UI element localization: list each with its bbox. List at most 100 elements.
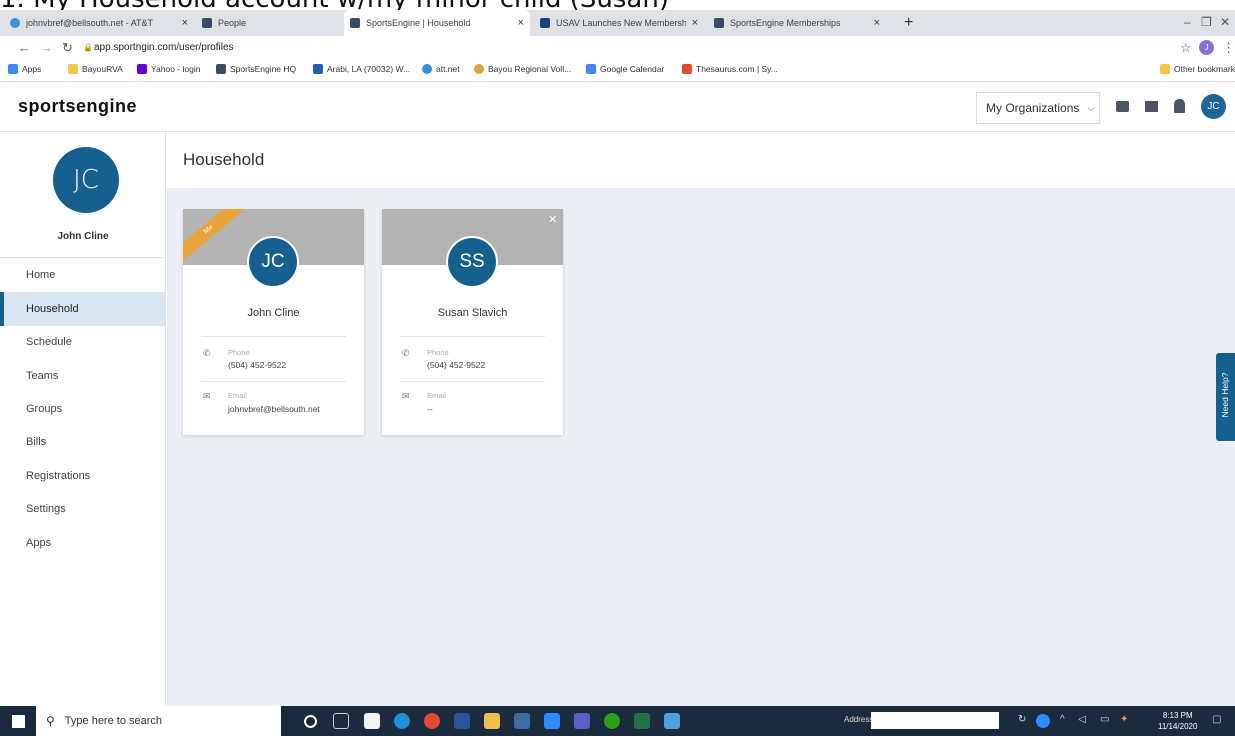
profile-avatar[interactable]: J bbox=[1199, 40, 1214, 55]
bell-icon[interactable] bbox=[1174, 99, 1185, 113]
bookmark-sportsengine-hq[interactable]: SportsEngine HQ bbox=[216, 64, 296, 74]
windows-taskbar: ⚲ Type here to search Address ↻ ^ ◁ ▭ ✦ … bbox=[0, 706, 1235, 736]
sidebar-item-groups[interactable]: Groups bbox=[0, 392, 166, 426]
sidebar-item-teams[interactable]: Teams bbox=[0, 359, 166, 393]
lock-icon: 🔒 bbox=[83, 43, 93, 52]
sportsengine-favicon-icon bbox=[202, 18, 212, 28]
weather-icon bbox=[313, 64, 323, 74]
phone-label: Phone bbox=[427, 348, 449, 357]
card-divider bbox=[400, 381, 545, 382]
task-view-icon[interactable] bbox=[333, 713, 349, 729]
edge-icon[interactable] bbox=[394, 713, 410, 729]
word-icon[interactable] bbox=[454, 713, 470, 729]
profile-name: John Cline bbox=[57, 231, 109, 242]
refresh-icon[interactable]: ↻ bbox=[1018, 714, 1026, 725]
photos-icon[interactable] bbox=[664, 713, 680, 729]
security-tray-icon[interactable]: ✦ bbox=[1120, 714, 1128, 725]
close-tab-icon[interactable]: × bbox=[874, 17, 880, 29]
bookmark-apps[interactable]: Apps bbox=[8, 64, 41, 74]
minimize-window-icon[interactable]: – bbox=[1184, 15, 1191, 29]
chat-icon[interactable] bbox=[1116, 101, 1129, 112]
email-label: Email bbox=[427, 391, 446, 400]
close-window-icon[interactable]: ✕ bbox=[1220, 15, 1230, 29]
household-member-card[interactable]: Me JC John Cline ✆ Phone (504) 452-9522 … bbox=[183, 209, 364, 435]
search-icon: ⚲ bbox=[46, 714, 55, 728]
windows-start-icon[interactable] bbox=[12, 715, 25, 728]
browser-tab-memberships[interactable]: SportsEngine Memberships × bbox=[708, 10, 886, 36]
reload-icon[interactable]: ↻ bbox=[62, 40, 73, 56]
bookmark-bayourva[interactable]: BayouRVA bbox=[68, 64, 123, 74]
excel-icon[interactable] bbox=[634, 713, 650, 729]
cortana-icon[interactable] bbox=[304, 715, 317, 728]
forward-arrow-icon[interactable]: → bbox=[40, 40, 53, 55]
sportsengine-favicon-icon bbox=[714, 18, 724, 28]
phone-icon: ✆ bbox=[203, 348, 211, 358]
calculator-icon[interactable] bbox=[514, 713, 530, 729]
browser-tab-att[interactable]: johnvbref@bellsouth.net - AT&T × bbox=[4, 10, 194, 36]
restore-window-icon[interactable]: ❐ bbox=[1201, 15, 1212, 29]
notifications-icon[interactable]: ▢ bbox=[1212, 714, 1221, 725]
close-tab-icon[interactable]: × bbox=[692, 17, 698, 29]
back-arrow-icon[interactable]: ← bbox=[18, 40, 31, 55]
browser-tab-strip: johnvbref@bellsouth.net - AT&T × People … bbox=[0, 10, 1235, 36]
volleyball-icon bbox=[474, 64, 484, 74]
file-explorer-icon[interactable] bbox=[484, 713, 500, 729]
phone-value: (504) 452-9522 bbox=[427, 360, 486, 370]
quickbooks-icon[interactable] bbox=[604, 713, 620, 729]
sidebar-item-household[interactable]: Household bbox=[0, 292, 166, 326]
bookmark-bayou-regional[interactable]: Bayou Regional Voll... bbox=[474, 64, 571, 74]
close-tab-icon[interactable]: × bbox=[518, 17, 524, 29]
bookmark-att[interactable]: att.net bbox=[422, 64, 460, 74]
att-favicon-icon bbox=[10, 18, 20, 28]
sidebar-item-schedule[interactable]: Schedule bbox=[0, 325, 166, 359]
folder-icon bbox=[68, 64, 78, 74]
member-name: John Cline bbox=[247, 307, 300, 319]
file-icon[interactable] bbox=[364, 713, 380, 729]
remove-member-icon[interactable]: × bbox=[548, 211, 557, 228]
tab-title: johnvbref@bellsouth.net - AT&T bbox=[26, 18, 154, 28]
help-tray-icon[interactable] bbox=[1036, 714, 1050, 728]
close-tab-icon[interactable]: × bbox=[182, 17, 188, 29]
browser-tab-household[interactable]: SportsEngine | Household × bbox=[344, 10, 530, 36]
chevron-up-icon[interactable]: ^ bbox=[1060, 714, 1065, 725]
user-avatar[interactable]: JC bbox=[1201, 94, 1226, 119]
address-toolbar-input[interactable] bbox=[871, 712, 999, 729]
sidebar-item-home[interactable]: Home bbox=[0, 258, 166, 292]
need-help-button[interactable]: Need Help? bbox=[1216, 353, 1235, 441]
menu-kebab-icon[interactable]: ⋮ bbox=[1222, 40, 1235, 56]
bookmark-yahoo[interactable]: Yahoo - login bbox=[137, 64, 200, 74]
zoom-icon[interactable] bbox=[544, 713, 560, 729]
mail-icon[interactable] bbox=[1145, 101, 1158, 112]
bookmark-google-calendar[interactable]: Google Calendar bbox=[586, 64, 664, 74]
profile-avatar-large: JC bbox=[53, 147, 119, 213]
apps-grid-icon bbox=[8, 64, 18, 74]
sportsengine-favicon-icon bbox=[350, 18, 360, 28]
card-divider bbox=[400, 336, 545, 337]
chrome-icon[interactable] bbox=[424, 713, 440, 729]
volume-icon[interactable]: ◁ bbox=[1078, 714, 1086, 725]
taskbar-clock[interactable]: 8:13 PM 11/14/2020 bbox=[1158, 710, 1197, 732]
star-icon[interactable]: ☆ bbox=[1180, 40, 1192, 56]
new-tab-button[interactable]: + bbox=[904, 14, 913, 32]
need-help-label: Need Help? bbox=[1220, 372, 1230, 418]
tab-title: USAV Launches New Membersh bbox=[556, 18, 686, 28]
browser-tab-usav[interactable]: USAV Launches New Membersh × bbox=[534, 10, 704, 36]
bookmark-other[interactable]: Other bookmarks bbox=[1160, 64, 1235, 74]
thesaurus-icon bbox=[682, 64, 692, 74]
network-icon[interactable]: ▭ bbox=[1100, 714, 1109, 725]
sidebar-item-registrations[interactable]: Registrations bbox=[0, 459, 166, 493]
sidebar-item-bills[interactable]: Bills bbox=[0, 425, 166, 459]
url-bar[interactable]: app.sportngin.com/user/profiles bbox=[94, 42, 234, 53]
sidebar-item-apps[interactable]: Apps bbox=[0, 526, 166, 560]
household-member-card[interactable]: × SS Susan Slavich ✆ Phone (504) 452-952… bbox=[382, 209, 563, 435]
bookmark-arabi[interactable]: Arabi, LA (70032) W... bbox=[313, 64, 410, 74]
sportsengine-favicon-icon bbox=[216, 64, 226, 74]
teams-icon[interactable] bbox=[574, 713, 590, 729]
browser-tab-people[interactable]: People bbox=[196, 10, 336, 36]
taskbar-search-box[interactable]: ⚲ Type here to search bbox=[36, 706, 281, 736]
yahoo-icon bbox=[137, 64, 147, 74]
my-organizations-dropdown[interactable]: My Organizations ⌵ bbox=[976, 92, 1100, 124]
sidebar-item-settings[interactable]: Settings bbox=[0, 492, 166, 526]
bookmark-thesaurus[interactable]: Thesaurus.com | Sy... bbox=[682, 64, 778, 74]
sportsengine-logo[interactable]: sportsengine bbox=[18, 96, 137, 117]
